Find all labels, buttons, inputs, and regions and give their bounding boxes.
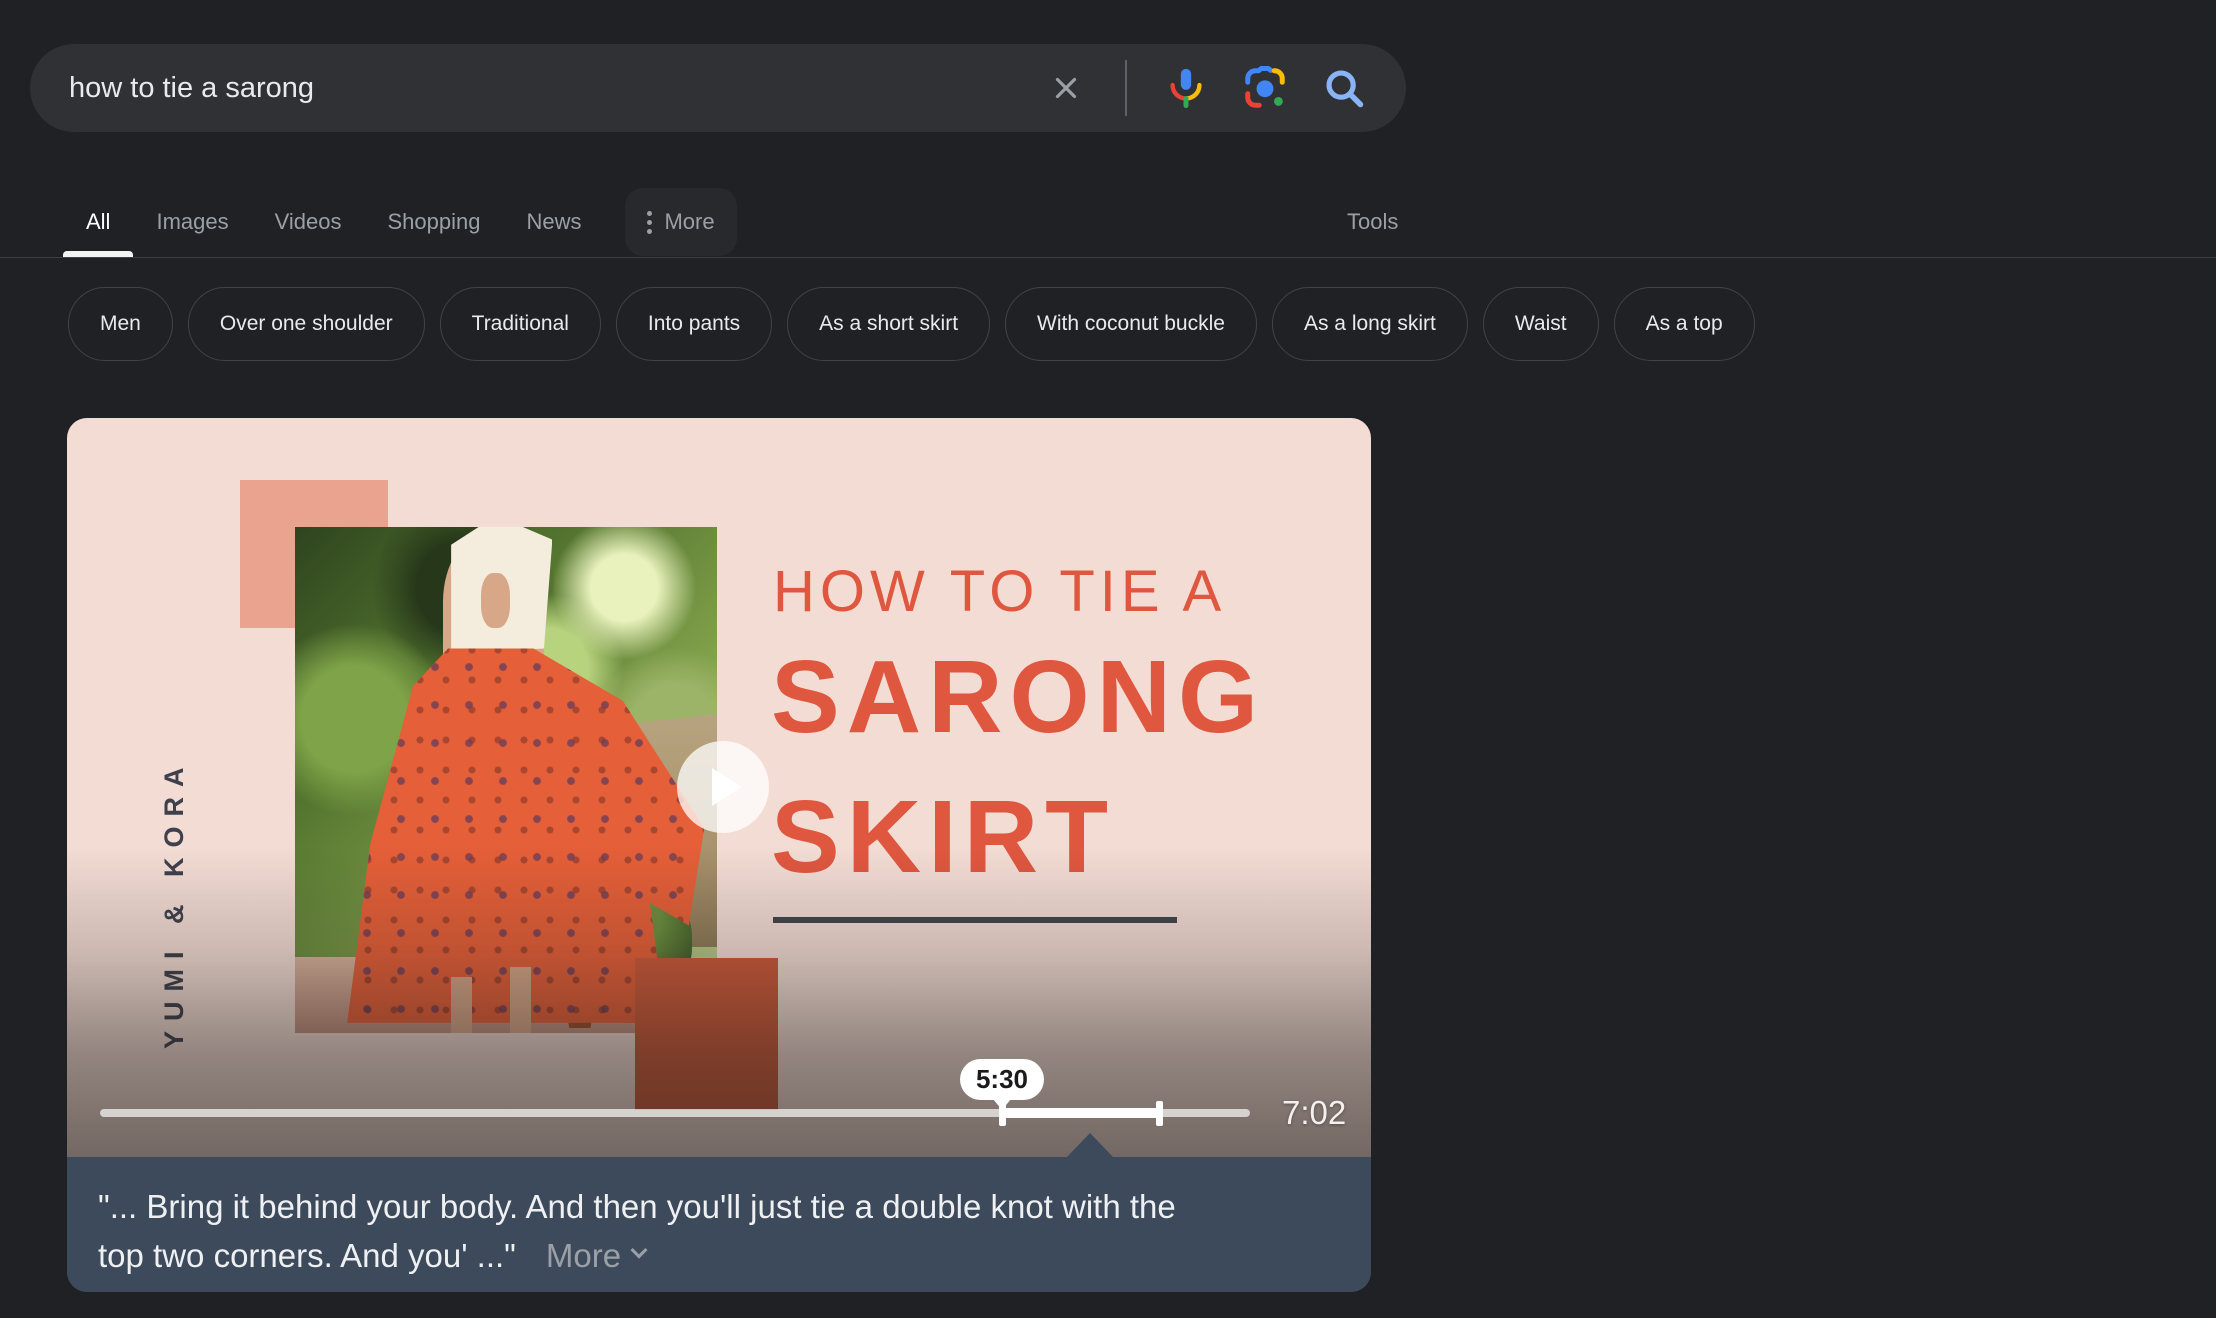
play-button[interactable] <box>677 741 769 833</box>
tab-videos-label: Videos <box>275 209 342 235</box>
chip-as-a-short-skirt[interactable]: As a short skirt <box>787 287 990 361</box>
tab-news-label: News <box>526 209 581 235</box>
play-icon <box>712 768 742 806</box>
microphone-icon <box>1163 65 1209 111</box>
search-submit-button[interactable] <box>1318 62 1370 114</box>
chip-as-a-long-skirt[interactable]: As a long skirt <box>1272 287 1468 361</box>
caption-text-line1: "... Bring it behind your body. And then… <box>98 1182 1331 1231</box>
caption-more-button[interactable]: More <box>546 1231 645 1280</box>
tab-videos[interactable]: Videos <box>275 186 342 258</box>
tabs-divider-line <box>0 257 2216 258</box>
chip-into-pants[interactable]: Into pants <box>616 287 772 361</box>
tab-shopping-label: Shopping <box>387 209 480 235</box>
tab-all[interactable]: All <box>86 186 110 258</box>
tab-images-label: Images <box>156 209 228 235</box>
chip-men[interactable]: Men <box>68 287 173 361</box>
video-duration: 7:02 <box>1282 1094 1346 1132</box>
tab-more[interactable]: More <box>625 188 736 256</box>
search-bar[interactable] <box>30 44 1406 132</box>
tab-news[interactable]: News <box>526 186 581 258</box>
result-type-tabs: All Images Videos Shopping News More Too… <box>0 186 2216 258</box>
search-icon <box>1321 65 1367 111</box>
caption-pointer-notch <box>1067 1133 1113 1157</box>
video-thumbnail[interactable]: YUMI & KORA HOW TO TIE A SARONG SKIRT 5:… <box>67 418 1371 1157</box>
tab-more-label: More <box>664 209 714 235</box>
video-result-card[interactable]: YUMI & KORA HOW TO TIE A SARONG SKIRT 5:… <box>67 418 1371 1292</box>
tab-images[interactable]: Images <box>156 186 228 258</box>
three-dots-vertical-icon <box>647 211 652 234</box>
voice-search-button[interactable] <box>1160 62 1212 114</box>
chip-waist[interactable]: Waist <box>1483 287 1599 361</box>
tab-shopping[interactable]: Shopping <box>387 186 480 258</box>
close-icon <box>1049 71 1083 105</box>
key-moment-end-tick <box>1156 1101 1163 1126</box>
key-moment-segment[interactable] <box>1002 1108 1162 1118</box>
tools-button[interactable]: Tools <box>1347 186 1398 258</box>
time-bubble-tail <box>993 1099 1011 1110</box>
google-search-results-page: All Images Videos Shopping News More Too… <box>0 0 2216 1318</box>
google-lens-button[interactable] <box>1239 62 1291 114</box>
google-lens-icon <box>1242 65 1288 111</box>
clear-search-button[interactable] <box>1040 62 1092 114</box>
tab-all-label: All <box>86 209 110 235</box>
chip-traditional[interactable]: Traditional <box>440 287 601 361</box>
tools-label: Tools <box>1347 209 1398 235</box>
video-caption-bar: "... Bring it behind your body. And then… <box>67 1157 1371 1292</box>
key-moment-time-bubble: 5:30 <box>960 1059 1044 1100</box>
chip-as-a-top[interactable]: As a top <box>1614 287 1755 361</box>
chip-over-one-shoulder[interactable]: Over one shoulder <box>188 287 425 361</box>
search-input[interactable] <box>69 72 1040 105</box>
chip-with-coconut-buckle[interactable]: With coconut buckle <box>1005 287 1257 361</box>
key-moment-time: 5:30 <box>976 1064 1028 1095</box>
refinement-chips: Men Over one shoulder Traditional Into p… <box>68 287 1755 361</box>
search-bar-divider <box>1125 60 1127 116</box>
chevron-down-icon <box>631 1241 648 1258</box>
caption-text-line2: top two corners. And you' ..." <box>98 1237 516 1274</box>
caption-more-label: More <box>546 1231 621 1280</box>
